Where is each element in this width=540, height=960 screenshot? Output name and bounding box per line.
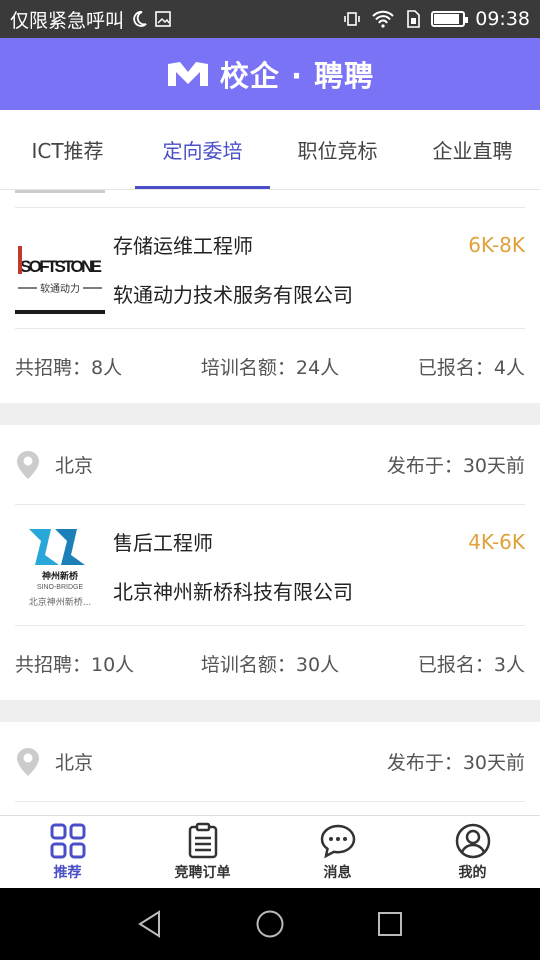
nav-bid-orders[interactable]: 竞聘订单	[135, 816, 270, 888]
company-name: 软通动力技术服务有限公司	[113, 283, 353, 307]
company-logo: iSOFTSTONE 软通动力	[15, 224, 105, 314]
recruit-count: 共招聘：8人	[15, 356, 123, 379]
back-icon[interactable]	[135, 909, 165, 939]
job-info-row[interactable]: iSOFTSTONE 软通动力 存储运维工程师 6K-8K 软通动力技术服务有限…	[15, 208, 525, 329]
job-card[interactable]: 北京 发布于：30天前	[0, 722, 540, 815]
isoftstone-logo-icon: iSOFTSTONE 软通动力	[15, 224, 105, 314]
job-card[interactable]: iSOFTSTONE 软通动力 存储运维工程师 6K-8K 软通动力技术服务有限…	[0, 190, 540, 403]
status-bar: 仅限紧急呼叫 09:38	[0, 0, 540, 38]
tab-targeted-training[interactable]: 定向委培	[135, 110, 270, 189]
location-row: 北京 发布于：30天前	[15, 425, 525, 505]
job-city: 北京	[55, 752, 94, 774]
job-list[interactable]: iSOFTSTONE 软通动力 存储运维工程师 6K-8K 软通动力技术服务有限…	[0, 190, 540, 815]
user-icon	[455, 823, 490, 859]
enrolled-count: 已报名：3人	[417, 653, 525, 676]
job-stats-row: 共招聘：10人 培训名额：30人 已报名：3人	[15, 626, 525, 700]
status-time: 09:38	[475, 8, 530, 30]
nav-label: 推荐	[53, 865, 82, 881]
location-pin-icon	[17, 747, 39, 776]
tab-label: 定向委培	[162, 139, 243, 163]
nav-label: 我的	[458, 865, 487, 881]
sim-icon	[407, 10, 421, 28]
svg-text:iSOFTSTONE: iSOFTSTONE	[18, 257, 102, 276]
training-quota: 培训名额：24人	[200, 356, 340, 379]
chat-bubble-icon	[320, 824, 355, 859]
nav-label: 消息	[323, 865, 352, 881]
tab-position-bidding[interactable]: 职位竞标	[270, 110, 405, 189]
svg-text:神州新桥: 神州新桥	[42, 570, 79, 582]
recruit-count: 共招聘：10人	[15, 653, 135, 676]
job-stats-row: 共招聘：8人 培训名额：24人 已报名：4人	[15, 329, 525, 403]
home-icon[interactable]	[255, 909, 285, 939]
tab-ict-recommend[interactable]: ICT推荐	[0, 110, 135, 189]
vibrate-icon	[344, 12, 361, 26]
publish-time: 发布于：30天前	[386, 455, 525, 477]
nav-recommend[interactable]: 推荐	[0, 816, 135, 888]
wifi-icon	[372, 10, 394, 28]
job-salary: 4K-6K	[468, 529, 525, 554]
publish-time: 发布于：30天前	[386, 752, 525, 774]
nav-label: 竞聘订单	[174, 865, 231, 881]
job-title: 存储运维工程师	[113, 234, 253, 258]
training-quota: 培训名额：30人	[200, 653, 340, 676]
company-logo: 神州新桥 SINO-BRIDGE 北京神州新桥...	[15, 521, 105, 611]
tab-label: 职位竞标	[297, 139, 378, 163]
battery-icon	[431, 11, 469, 27]
app-title: 校企 · 聘聘	[219, 59, 375, 93]
company-name: 北京神州新桥科技有限公司	[113, 580, 353, 604]
job-info-row[interactable]: 神州新桥 SINO-BRIDGE 北京神州新桥... 售后工程师 4K-6K 北…	[15, 505, 525, 626]
nav-messages[interactable]: 消息	[270, 816, 405, 888]
tab-bar: ICT推荐 定向委培 职位竞标 企业直聘	[0, 110, 540, 190]
location-row: 北京 发布于：30天前	[15, 722, 525, 802]
recents-icon[interactable]	[375, 909, 405, 939]
bottom-nav: 推荐 竞聘订单 消息 我的	[0, 815, 540, 888]
job-salary: 6K-8K	[468, 232, 525, 257]
location-pin-icon	[17, 450, 39, 479]
clipboard-icon	[188, 822, 217, 859]
job-city: 北京	[55, 455, 94, 477]
tab-label: 企业直聘	[432, 139, 513, 163]
status-carrier-text: 仅限紧急呼叫	[10, 9, 125, 32]
svg-text:北京神州新桥...: 北京神州新桥...	[29, 596, 92, 608]
app-logo-icon	[167, 62, 208, 86]
nav-profile[interactable]: 我的	[405, 816, 540, 888]
system-nav-bar	[0, 888, 540, 960]
app-bar: 校企 · 聘聘	[0, 38, 540, 110]
job-title: 售后工程师	[113, 531, 213, 555]
svg-text:SINO-BRIDGE: SINO-BRIDGE	[37, 584, 84, 591]
enrolled-count: 已报名：4人	[417, 356, 525, 379]
card-top-divider	[15, 190, 525, 208]
job-card[interactable]: 北京 发布于：30天前 神州新桥 SINO-BRIDGE 北京神州新桥... 售…	[0, 425, 540, 700]
sino-bridge-logo-icon: 神州新桥 SINO-BRIDGE 北京神州新桥...	[15, 521, 105, 611]
tab-direct-hiring[interactable]: 企业直聘	[405, 110, 540, 189]
grid-icon	[50, 823, 85, 859]
moon-icon	[133, 11, 147, 27]
svg-text:软通动力: 软通动力	[40, 282, 80, 295]
image-icon	[155, 11, 171, 27]
tab-label: ICT推荐	[31, 139, 104, 163]
